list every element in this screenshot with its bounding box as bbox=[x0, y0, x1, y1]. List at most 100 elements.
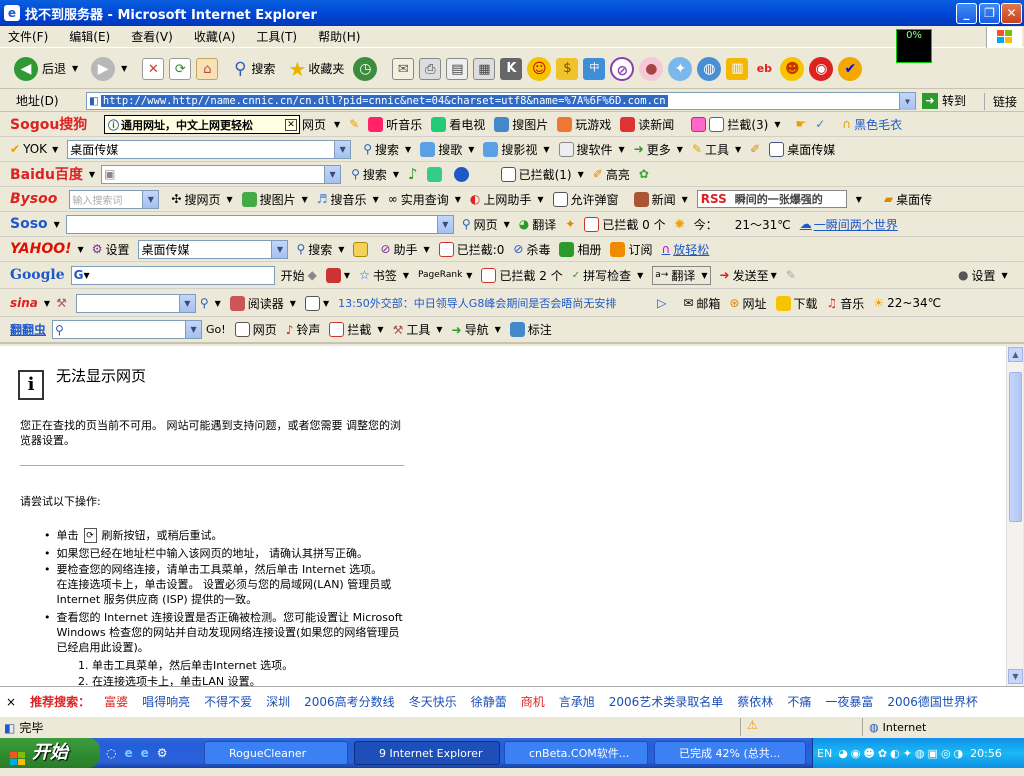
address-input[interactable]: ◧ http://www.http//name.cnnic.cn/cn.dll?… bbox=[86, 92, 916, 110]
baidu-dropdown-icon[interactable]: ▼ bbox=[89, 170, 95, 179]
lingyu-search-combo[interactable]: ⚲ ▼ bbox=[52, 320, 203, 339]
sina-music[interactable]: ♫ 音乐 bbox=[827, 295, 865, 312]
yahoo-block[interactable]: 已拦截:0 bbox=[438, 241, 504, 258]
sogou-web[interactable]: 网页 ▼ bbox=[302, 116, 340, 133]
tray-icon[interactable]: ✿ bbox=[878, 747, 887, 760]
print-button[interactable]: ⎙ bbox=[419, 57, 442, 80]
recommend-item[interactable]: 不痛 bbox=[787, 693, 811, 710]
language-indicator[interactable]: EN bbox=[817, 747, 832, 760]
favorites-button[interactable]: ★ 收藏夹 bbox=[286, 58, 344, 80]
baidu-combo-dropdown-icon[interactable]: ▼ bbox=[324, 165, 341, 183]
history-button[interactable]: ◷ bbox=[353, 56, 378, 81]
recommend-item[interactable]: 一夜暴富 bbox=[825, 693, 873, 710]
tray-icon[interactable]: ◑ bbox=[954, 747, 964, 760]
yahoo-search-combo[interactable]: 桌面传媒 ▼ bbox=[138, 239, 289, 259]
start-button[interactable]: 开始 bbox=[0, 738, 100, 768]
ebay-button[interactable]: eb bbox=[753, 58, 775, 80]
yok-video[interactable]: 搜影视 ▼ bbox=[483, 141, 550, 158]
book-button[interactable]: ▥ bbox=[726, 57, 749, 80]
mail-button[interactable]: ✉ bbox=[392, 57, 415, 80]
recommend-item[interactable]: 富婆 bbox=[104, 693, 128, 710]
soso-translate[interactable]: ◕ 翻译 bbox=[519, 216, 557, 233]
bysoo-desk[interactable]: ▰ 桌面传 bbox=[884, 191, 932, 208]
recommend-item[interactable]: 2006艺术类录取名单 bbox=[609, 693, 724, 710]
google-combo-dropdown-icon[interactable]: ▼ bbox=[84, 271, 90, 280]
yok-desk[interactable]: 桌面传媒 bbox=[769, 141, 835, 158]
close-button[interactable]: ✕ bbox=[1001, 3, 1022, 24]
go-button[interactable]: ➜ 转到 bbox=[922, 92, 966, 109]
discuss-button[interactable]: ▦ bbox=[473, 57, 496, 80]
soso-combo-dropdown-icon[interactable]: ▼ bbox=[436, 215, 453, 233]
tray-icon[interactable]: ◉ bbox=[851, 747, 861, 760]
sina-dropdown-icon[interactable]: ▼ bbox=[44, 299, 50, 308]
k-button[interactable]: K bbox=[500, 57, 523, 80]
bysoo-news[interactable]: 新闻 ▼ bbox=[633, 191, 688, 208]
soso-dropdown-icon[interactable]: ▼ bbox=[54, 220, 60, 229]
sogou-images[interactable]: 搜图片 bbox=[494, 116, 548, 133]
ticker-next-icon[interactable]: ▷ bbox=[657, 296, 666, 310]
forward-button[interactable]: ▶ ▼ bbox=[91, 56, 127, 81]
menu-tools[interactable]: 工具(T) bbox=[256, 28, 297, 45]
sina-site[interactable]: ⊛ 网址 bbox=[729, 295, 766, 312]
maximize-button[interactable]: ❐ bbox=[979, 3, 1000, 24]
soso-block[interactable]: 已拦截 0 个 bbox=[584, 216, 666, 233]
tray-icon[interactable]: ▣ bbox=[928, 747, 938, 760]
baidu-search[interactable]: ⚲ 搜索 ▼ bbox=[351, 166, 399, 183]
minimize-button[interactable]: _ bbox=[956, 3, 977, 24]
bysoo-popup[interactable]: 允许弹窗 bbox=[552, 191, 619, 208]
lingyu-ring[interactable]: ♪ 铃声 bbox=[286, 321, 321, 338]
bysoo-combo-dropdown-icon[interactable]: ▼ bbox=[142, 190, 159, 208]
sina-search-combo[interactable]: ▼ bbox=[75, 293, 196, 313]
recommend-item[interactable]: 唱得响亮 bbox=[142, 693, 190, 710]
sina-news-ticker[interactable]: 13:50外交部：中日领导人G8峰会期间是否会晤尚无安排 bbox=[338, 295, 648, 311]
media-quick-icon[interactable]: ⚙ bbox=[157, 746, 168, 760]
baidu-search-combo[interactable]: ▣ ▼ bbox=[101, 164, 342, 184]
sina-reader[interactable]: 阅读器 ▼ bbox=[229, 295, 296, 312]
vertical-scrollbar[interactable]: ▲ ▼ bbox=[1006, 346, 1023, 686]
messenger-button[interactable]: ☺ bbox=[527, 56, 552, 81]
tooltip-close-icon[interactable]: ✕ bbox=[285, 118, 297, 131]
highlighter-icon[interactable]: ✐ bbox=[750, 142, 760, 156]
baidu-highlight[interactable]: ✐ 高亮 bbox=[593, 166, 630, 183]
notepad-button[interactable] bbox=[353, 241, 371, 257]
ie-quick-icon[interactable]: e bbox=[124, 746, 132, 760]
bulb-button[interactable]: ✦ bbox=[668, 56, 693, 81]
lingyu-block[interactable]: 拦截 ▼ bbox=[329, 321, 384, 338]
recommend-item[interactable]: 徐静蕾 bbox=[471, 693, 507, 710]
recommend-item[interactable]: 蔡依林 bbox=[737, 693, 773, 710]
task-cnbeta[interactable]: cnBeta.COM软件... bbox=[504, 741, 648, 765]
sogou-games[interactable]: 玩游戏 bbox=[557, 116, 611, 133]
recommend-item[interactable]: 冬天快乐 bbox=[409, 693, 457, 710]
yahoo-album[interactable]: 相册 bbox=[559, 241, 601, 258]
stop-button[interactable]: ✕ bbox=[142, 57, 165, 80]
sina-search[interactable]: ⚲ ▼ bbox=[200, 296, 221, 310]
google-pagerank[interactable]: PageRank ▼ bbox=[418, 270, 472, 280]
sogou-news[interactable]: 读新闻 bbox=[620, 116, 674, 133]
yahoo-dropdown-icon[interactable]: ▼ bbox=[78, 245, 84, 254]
soso-search-combo[interactable]: ▼ bbox=[65, 214, 454, 234]
face-button[interactable] bbox=[453, 166, 472, 182]
soso-web[interactable]: ⚲ 网页 ▼ bbox=[462, 216, 510, 233]
yok-software[interactable]: 搜软件 ▼ bbox=[558, 141, 625, 158]
tray-icon[interactable]: ✦ bbox=[903, 747, 912, 760]
magic-icon[interactable]: ✦ bbox=[565, 217, 575, 231]
lingyu-tools[interactable]: ⚒ 工具 ▼ bbox=[393, 321, 443, 338]
eye-button[interactable]: ◉ bbox=[809, 56, 834, 81]
sina-download[interactable]: 下载 bbox=[775, 295, 818, 312]
lingyu-nav[interactable]: ➜ 导航 ▼ bbox=[452, 321, 501, 338]
search-button[interactable]: ⚲ 搜索 bbox=[229, 58, 275, 80]
menu-view[interactable]: 查看(V) bbox=[131, 28, 173, 45]
links-button[interactable]: 链接 bbox=[984, 93, 1017, 110]
menu-file[interactable]: 文件(F) bbox=[8, 28, 48, 45]
sogou-tv[interactable]: 看电视 bbox=[431, 116, 485, 133]
menu-edit[interactable]: 编辑(E) bbox=[69, 28, 110, 45]
task-roguecleaner[interactable]: RogueCleaner bbox=[204, 741, 348, 765]
money-button[interactable]: $ bbox=[556, 57, 579, 80]
yahoo-search[interactable]: ⚲ 搜索 ▼ bbox=[296, 241, 344, 258]
wand-icon[interactable]: ✓ bbox=[815, 117, 825, 131]
tray-icon[interactable]: ☻ bbox=[863, 747, 874, 760]
recommend-item[interactable]: 商机 bbox=[521, 693, 545, 710]
paw-icon[interactable]: ✿ bbox=[639, 167, 649, 181]
task-download[interactable]: 已完成 42% (总共... bbox=[654, 741, 806, 765]
sina-doc-button[interactable]: ▼ bbox=[304, 295, 329, 311]
